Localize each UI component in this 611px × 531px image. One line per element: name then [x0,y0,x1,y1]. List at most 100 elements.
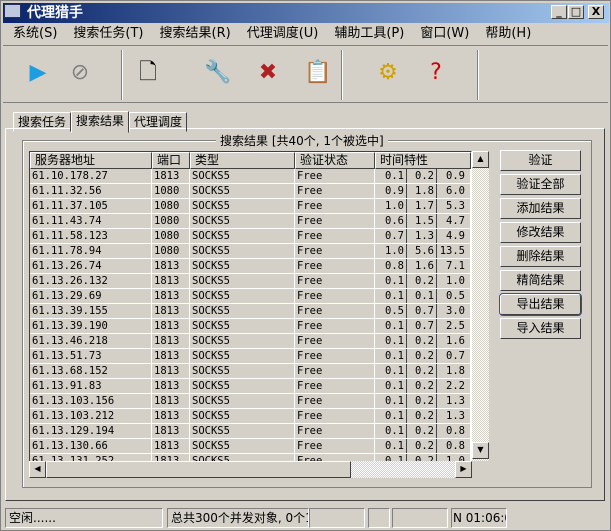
time-cell: 0.6 1.5 4.7 [375,214,471,228]
time-cell: 0.1 0.2 0.9 [375,169,471,183]
tab-strip: 搜索任务 搜索结果 代理调度 [13,110,188,133]
table-row[interactable]: 61.13.103.212 1813 SOCKS5 Free 0.1 0.2 1.3 [30,409,471,424]
table-cell: Free [295,304,375,318]
table-cell: SOCKS5 [190,349,295,363]
table-row[interactable]: 61.13.51.73 1813 SOCKS5 Free 0.1 0.2 0.7 [30,349,471,364]
table-cell: 61.11.58.123 [30,229,152,243]
time-value: 1.3 [446,395,465,407]
table-row[interactable]: 61.13.39.155 1813 SOCKS5 Free 0.5 0.7 3.0 [30,304,471,319]
menu-item[interactable]: 搜索结果(R) [152,24,239,44]
table-cell: SOCKS5 [190,319,295,333]
results-list[interactable]: 服务器地址 端口 类型 验证状态 时间特性 61.10.178.27 1813 SOCKS5… [29,151,472,477]
scroll-up-button[interactable]: ▲ [472,151,489,168]
table-cell: 1813 [152,304,190,318]
column-header[interactable]: 类型 [190,152,295,169]
menu-item[interactable]: 辅助工具(P) [326,24,412,44]
column-header[interactable]: 端口 [152,152,190,169]
table-row[interactable]: 61.11.43.74 1080 SOCKS5 Free 0.6 1.5 4.7 [30,214,471,229]
table-row[interactable]: 61.13.103.156 1813 SOCKS5 Free 0.1 0.2 1.3 [30,394,471,409]
menu-item[interactable]: 窗口(W) [412,24,477,44]
table-row[interactable]: 61.13.39.190 1813 SOCKS5 Free 0.1 0.7 2.5 [30,319,471,334]
table-cell: 1813 [152,274,190,288]
column-header[interactable]: 验证状态 [295,152,375,169]
time-cell: 0.1 0.2 1.3 [375,409,471,423]
action-button-1[interactable]: 验证全部 [500,174,581,195]
time-value: 0.1 [377,424,407,438]
table-cell: Free [295,199,375,213]
action-button-3[interactable]: 修改结果 [500,222,581,243]
minimize-button[interactable]: _ [551,5,567,19]
table-row[interactable]: 61.13.129.194 1813 SOCKS5 Free 0.1 0.2 0.8 [30,424,471,439]
action-button-6[interactable]: 导出结果 [499,293,582,316]
play-icon[interactable]: ▶ [23,58,53,88]
table-cell: 61.13.26.132 [30,274,152,288]
menu-item[interactable]: 搜索任务(T) [65,24,151,44]
table-row[interactable]: 61.13.26.132 1813 SOCKS5 Free 0.1 0.2 1.0 [30,274,471,289]
status-panel-empty [309,508,365,528]
time-cell: 0.1 0.1 0.5 [375,289,471,303]
table-row[interactable]: 61.11.58.123 1080 SOCKS5 Free 0.7 1.3 4.9 [30,229,471,244]
column-header[interactable]: 服务器地址 [30,152,152,169]
scroll-right-button[interactable]: ▶ [455,461,472,478]
table-cell: SOCKS5 [190,379,295,393]
maximize-button[interactable]: □ [568,5,584,19]
menu-item[interactable]: 帮助(H) [477,24,539,44]
action-button-4[interactable]: 删除结果 [500,246,581,267]
table-cell: 61.13.68.152 [30,364,152,378]
time-value: 1.6 [407,259,437,273]
table-row[interactable]: 61.11.78.94 1080 SOCKS5 Free 1.0 5.6 13.5 [30,244,471,259]
table-cell: SOCKS5 [190,169,295,183]
table-cell: 61.13.130.66 [30,439,152,453]
help-icon[interactable]: ? [421,58,451,88]
tab-0[interactable]: 搜索任务 [13,112,72,132]
table-cell: 61.11.43.74 [30,214,152,228]
menu-item[interactable]: 代理调度(U) [239,24,327,44]
time-cell: 0.7 1.3 4.9 [375,229,471,243]
table-row[interactable]: 61.11.37.105 1080 SOCKS5 Free 1.0 1.7 5.3 [30,199,471,214]
time-value: 0.2 [407,364,437,378]
vertical-scrollbar[interactable] [472,151,489,461]
list-header: 服务器地址 端口 类型 验证状态 时间特性 [30,152,471,169]
time-value: 6.0 [446,185,465,197]
table-cell: Free [295,439,375,453]
time-value: 1.8 [407,184,437,198]
horizontal-scroll-thumb[interactable] [46,461,351,478]
scroll-down-button[interactable]: ▼ [472,442,489,459]
action-button-5[interactable]: 精简结果 [500,270,581,291]
table-row[interactable]: 61.13.29.69 1813 SOCKS5 Free 0.1 0.1 0.5 [30,289,471,304]
time-value: 5.6 [407,244,437,258]
tab-2[interactable]: 代理调度 [129,112,188,132]
table-cell: 1080 [152,229,190,243]
close-button[interactable]: X [588,5,604,19]
time-value: 0.2 [407,274,437,288]
tab-1[interactable]: 搜索结果 [71,111,130,133]
table-row[interactable]: 61.13.68.152 1813 SOCKS5 Free 0.1 0.2 1.8 [30,364,471,379]
table-cell: Free [295,289,375,303]
action-button-2[interactable]: 添加结果 [500,198,581,219]
table-row[interactable]: 61.11.32.56 1080 SOCKS5 Free 0.9 1.8 6.0 [30,184,471,199]
action-button-0[interactable]: 验证 [500,150,581,171]
column-header[interactable]: 时间特性 [375,152,471,169]
table-row[interactable]: 61.13.91.83 1813 SOCKS5 Free 0.1 0.2 2.2 [30,379,471,394]
time-value: 0.1 [377,289,407,303]
table-row[interactable]: 61.10.178.27 1813 SOCKS5 Free 0.1 0.2 0.9 [30,169,471,184]
menu-item[interactable]: 系统(S) [5,24,65,44]
time-value: 0.1 [377,379,407,393]
stop-icon[interactable]: ⊘ [65,58,95,88]
settings-tool-icon[interactable]: ⚙ [373,58,403,88]
table-row[interactable]: 61.13.46.218 1813 SOCKS5 Free 0.1 0.2 1.6 [30,334,471,349]
action-button-7[interactable]: 导入结果 [500,318,581,339]
edit-document-icon[interactable]: 🔧 [203,58,233,88]
time-value: 1.0 [377,199,407,213]
time-value: 3.0 [446,305,465,317]
delete-document-icon[interactable]: ✖ [253,58,283,88]
import-clipboard-icon[interactable]: 📋 [303,58,333,88]
table-row[interactable]: 61.13.26.74 1813 SOCKS5 Free 0.8 1.6 7.1 [30,259,471,274]
table-cell: SOCKS5 [190,289,295,303]
time-value: 0.1 [377,349,407,363]
scroll-left-button[interactable]: ◀ [29,461,46,478]
new-document-icon[interactable]: 🗋 [133,58,163,88]
time-value: 0.1 [407,289,437,303]
table-cell: Free [295,259,375,273]
table-row[interactable]: 61.13.130.66 1813 SOCKS5 Free 0.1 0.2 0.8 [30,439,471,454]
